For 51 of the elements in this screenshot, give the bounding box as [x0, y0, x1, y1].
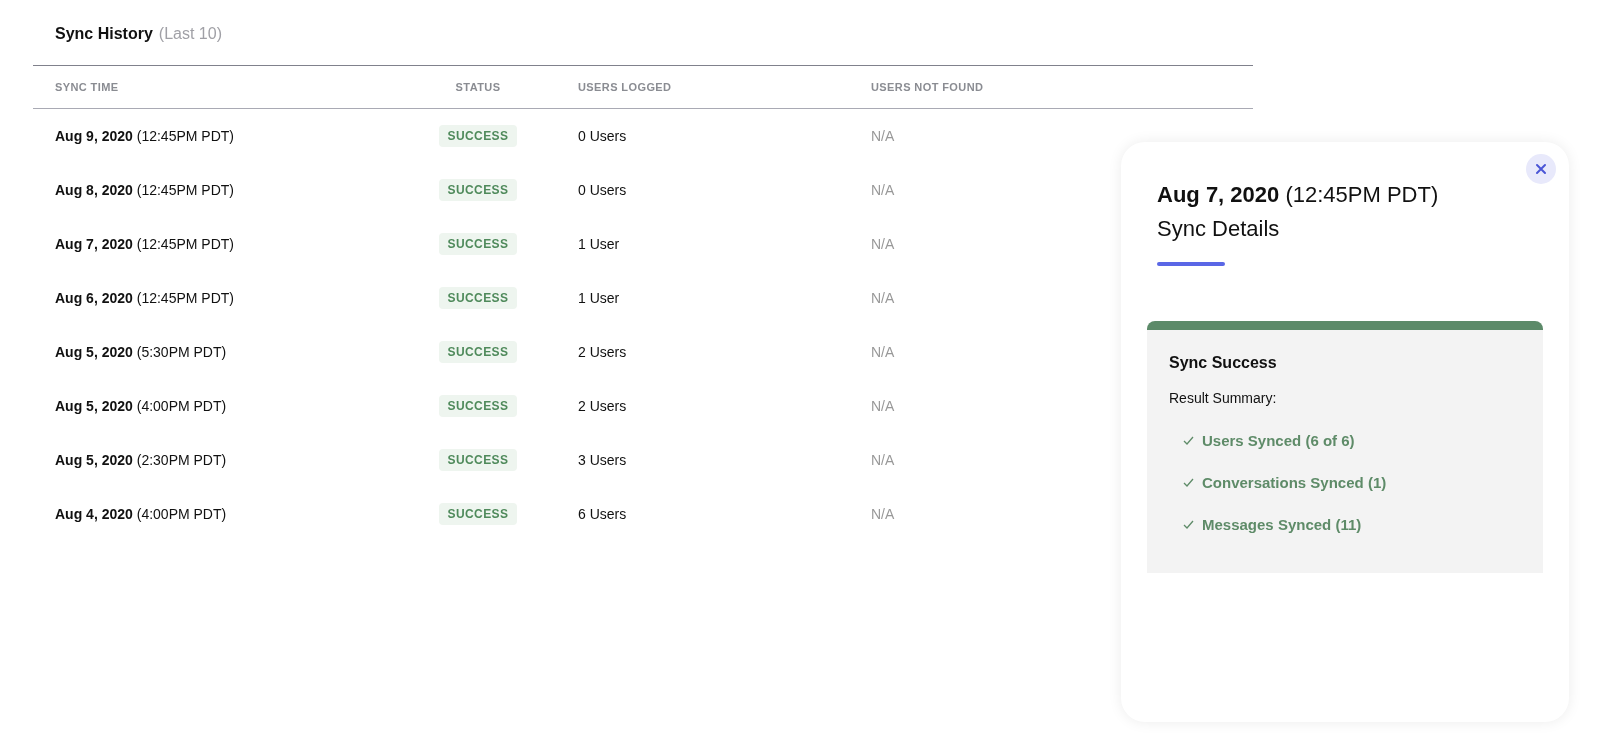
- table-cell: 2 Users: [578, 344, 627, 360]
- status-badge: SUCCESS: [438, 125, 518, 147]
- table-cell: Aug 8, 2020 (12:45PM PDT): [55, 182, 234, 198]
- title-underline: [1157, 262, 1225, 266]
- status-badge: SUCCESS: [438, 503, 518, 525]
- table-cell: Aug 7, 2020 (12:45PM PDT): [55, 236, 234, 252]
- table-cell: 1 User: [578, 290, 620, 306]
- table-cell: 2 Users: [578, 398, 627, 414]
- card-heading: Sync Success: [1169, 354, 1278, 372]
- table-cell: Aug 5, 2020 (2:30PM PDT): [55, 452, 227, 468]
- table-cell: N/A: [871, 182, 895, 198]
- check-icon: [1183, 436, 1194, 445]
- table-cell: N/A: [871, 398, 895, 414]
- table-cell: N/A: [871, 506, 895, 522]
- summary-item: Users Synced (6 of 6): [1202, 432, 1355, 449]
- table-cell: 1 User: [578, 236, 620, 252]
- status-badge: SUCCESS: [438, 179, 518, 201]
- summary-item: Messages Synced (11): [1202, 516, 1362, 533]
- table-cell: Aug 6, 2020 (12:45PM PDT): [55, 290, 234, 306]
- summary-label: Result Summary:: [1169, 390, 1278, 406]
- table-cell: Aug 9, 2020 (12:45PM PDT): [55, 128, 234, 144]
- section-subtitle: (Last 10): [158, 25, 222, 43]
- check-icon: [1183, 520, 1194, 529]
- table-cell: Aug 5, 2020 (4:00PM PDT): [55, 398, 227, 414]
- table-cell: N/A: [871, 236, 895, 252]
- table-cell: N/A: [871, 290, 895, 306]
- close-button[interactable]: [1526, 154, 1556, 184]
- status-badge: SUCCESS: [438, 341, 518, 363]
- section-title: Sync History: [55, 25, 153, 43]
- table-cell: N/A: [871, 452, 895, 468]
- column-header: USERS LOGGED: [578, 65, 871, 109]
- table-cell: Aug 4, 2020 (4:00PM PDT): [55, 506, 227, 522]
- status-badge: SUCCESS: [438, 287, 518, 309]
- table-cell: N/A: [871, 344, 895, 360]
- column-header: USERS NOT FOUND: [871, 65, 1253, 109]
- close-icon: [1535, 163, 1547, 175]
- table-cell: 6 Users: [578, 506, 627, 522]
- column-header: SYNC TIME: [33, 65, 378, 109]
- status-badge: SUCCESS: [438, 449, 518, 471]
- table-cell: Aug 5, 2020 (5:30PM PDT): [55, 344, 227, 360]
- status-badge: SUCCESS: [438, 233, 518, 255]
- column-header: STATUS: [378, 65, 578, 109]
- panel-title: Sync Details: [1157, 216, 1281, 242]
- table-cell: 3 Users: [578, 452, 627, 468]
- summary-item: Conversations Synced (1): [1202, 474, 1387, 491]
- panel-date: Aug 7, 2020 (12:45PM PDT): [1157, 182, 1440, 208]
- table-cell: N/A: [871, 128, 895, 144]
- table-cell: 0 Users: [578, 128, 627, 144]
- status-badge: SUCCESS: [438, 395, 518, 417]
- table-cell: 0 Users: [578, 182, 627, 198]
- check-icon: [1183, 478, 1194, 487]
